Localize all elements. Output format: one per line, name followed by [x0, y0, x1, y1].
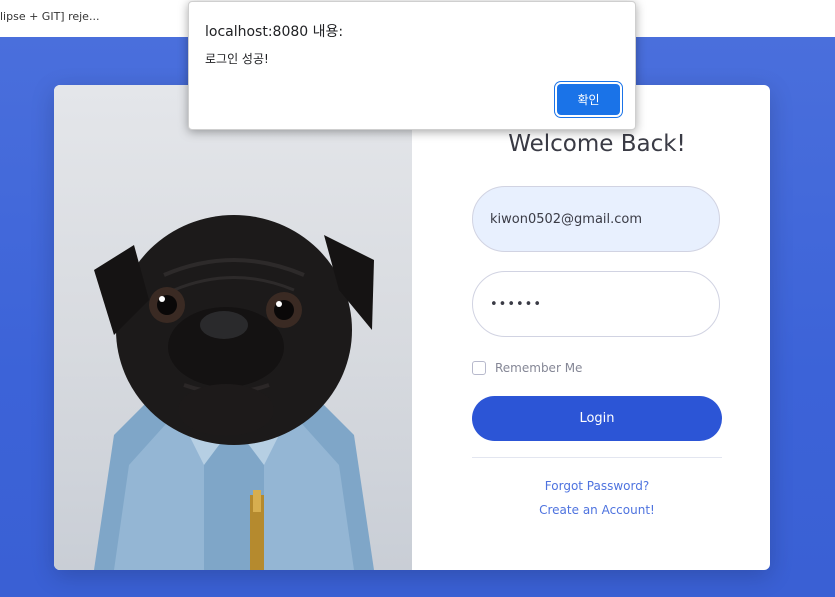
welcome-heading: Welcome Back!: [508, 131, 686, 157]
pug-illustration: [94, 215, 374, 570]
login-form: Welcome Back! kiwon0502@gmail.com ••••••…: [412, 85, 770, 570]
create-account-link[interactable]: Create an Account!: [472, 503, 722, 517]
remember-me-row[interactable]: Remember Me: [472, 360, 582, 376]
alert-dialog: localhost:8080 내용: 로그인 성공! 확인: [188, 1, 636, 130]
email-field[interactable]: kiwon0502@gmail.com: [472, 186, 720, 252]
password-field[interactable]: ••••••: [472, 271, 720, 337]
pug-photo: [54, 85, 412, 570]
alert-message: 로그인 성공!: [205, 52, 269, 66]
browser-tab-title[interactable]: lipse + GIT] reje...: [0, 10, 99, 23]
dog-nose: [200, 311, 248, 339]
remember-me-label[interactable]: Remember Me: [495, 361, 582, 375]
login-card: Welcome Back! kiwon0502@gmail.com ••••••…: [54, 85, 770, 570]
alert-title: localhost:8080 내용:: [205, 24, 344, 40]
forgot-password-link[interactable]: Forgot Password?: [472, 479, 722, 493]
remember-me-checkbox[interactable]: [472, 361, 486, 375]
form-divider: [472, 457, 722, 458]
login-button[interactable]: Login: [472, 396, 722, 441]
alert-ok-button[interactable]: 확인: [557, 84, 620, 115]
